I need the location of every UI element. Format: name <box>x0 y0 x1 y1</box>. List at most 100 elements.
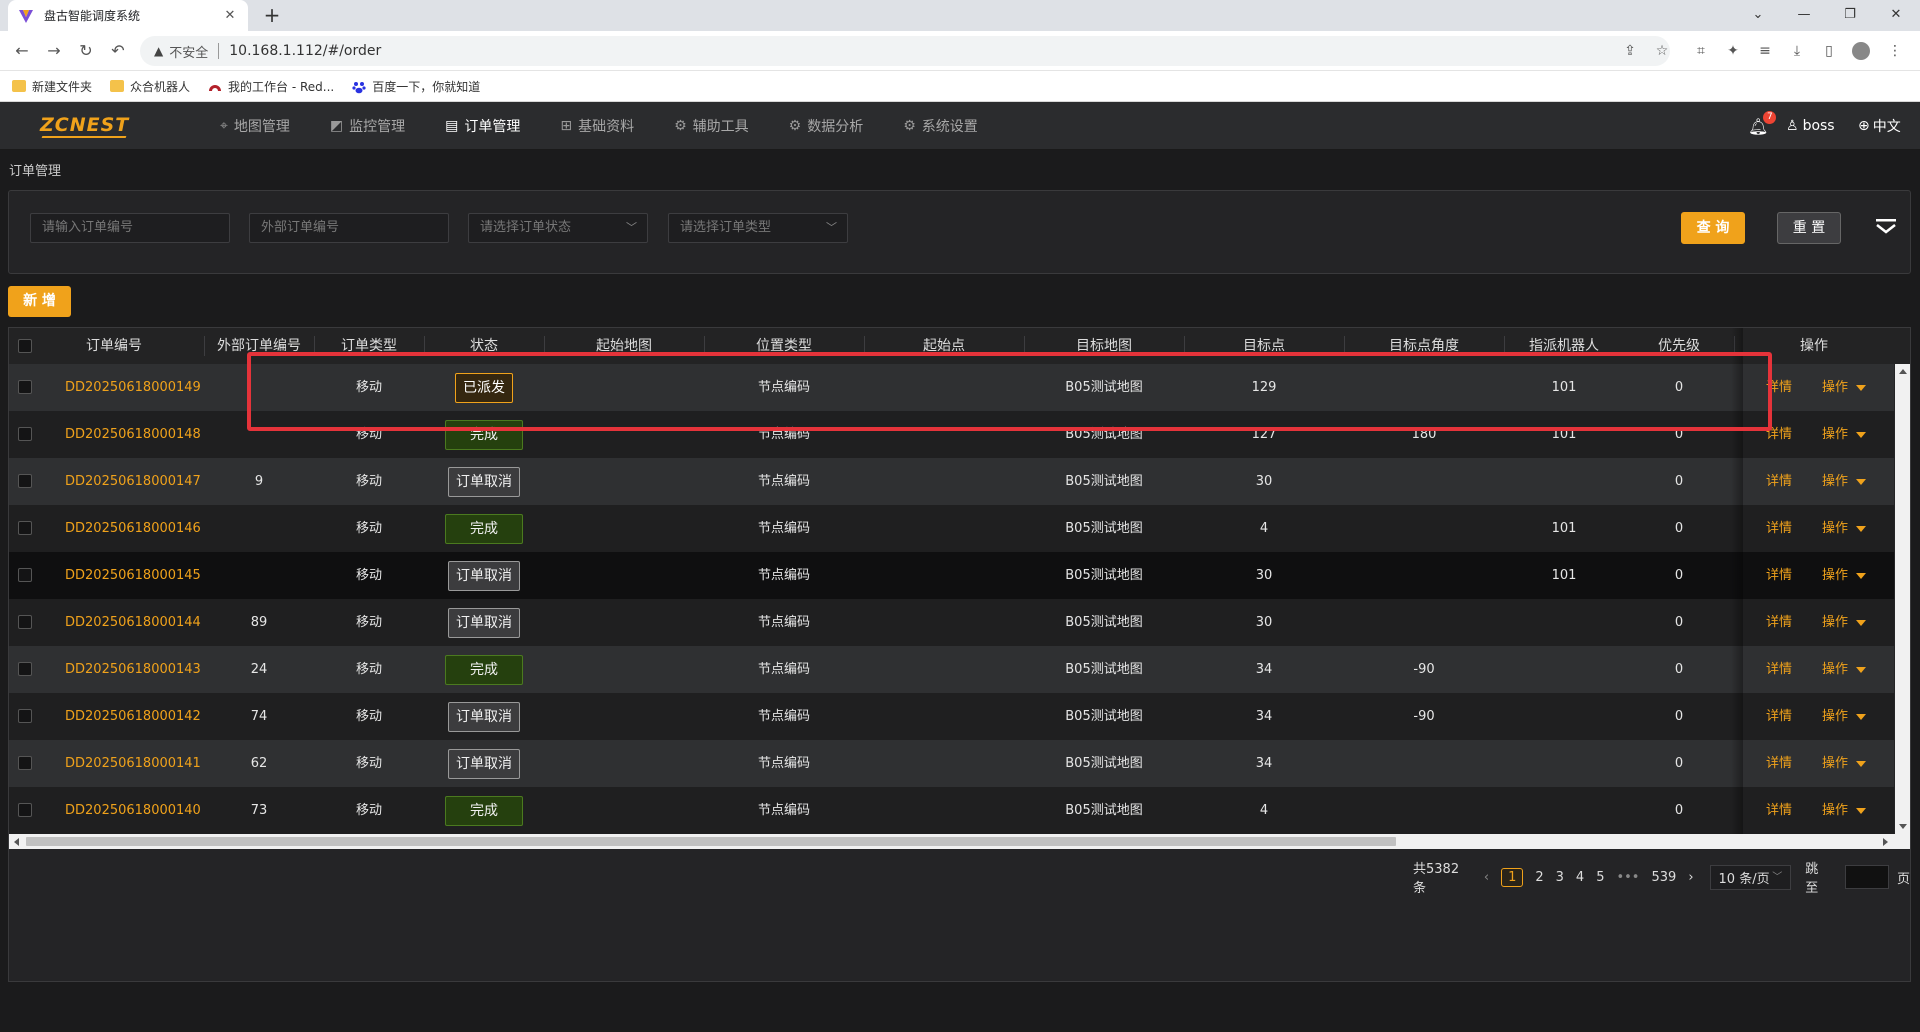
action-dropdown[interactable]: 操作 <box>1809 599 1879 646</box>
action-dropdown[interactable]: 操作 <box>1809 646 1879 693</box>
scroll-thumb[interactable] <box>26 837 1396 846</box>
bookmark-item[interactable]: 我的工作台 - Red... <box>208 78 334 95</box>
new-tab-button[interactable]: + <box>260 4 284 28</box>
more-pages[interactable]: ••• <box>1616 870 1639 885</box>
detail-link[interactable]: 详情 <box>1749 646 1809 693</box>
table-row[interactable]: DD20250618000142 74 移动 订单取消 节点编码 B05测试地图 34 -90… <box>9 693 1894 740</box>
page-2[interactable]: 2 <box>1535 870 1543 885</box>
reset-button[interactable]: 重 置 <box>1777 212 1841 244</box>
crop-icon[interactable]: ⌗ <box>1688 39 1714 63</box>
detail-link[interactable]: 详情 <box>1749 505 1809 552</box>
table-row[interactable]: DD20250618000148 移动 完成 节点编码 B05测试地图 127 180 101… <box>9 411 1894 458</box>
order-no-cell[interactable]: DD20250618000141 <box>65 740 205 787</box>
action-dropdown[interactable]: 操作 <box>1809 740 1879 787</box>
profile-icon[interactable] <box>1848 39 1874 63</box>
vertical-scrollbar[interactable] <box>1895 364 1910 834</box>
share-icon[interactable]: ⇪ <box>1618 39 1642 63</box>
nav-item-basic-data[interactable]: ⊞ 基础资料 <box>560 102 634 150</box>
table-row[interactable]: DD20250618000146 移动 完成 节点编码 B05测试地图 4 101 0 详情 操作 <box>9 505 1894 552</box>
add-order-button[interactable]: 新 增 <box>8 286 71 317</box>
row-checkbox[interactable] <box>18 568 32 582</box>
order-type-select[interactable]: 请选择订单类型 ﹀ <box>668 213 848 243</box>
next-page-icon[interactable]: › <box>1688 870 1693 885</box>
action-dropdown[interactable]: 操作 <box>1809 458 1879 505</box>
action-dropdown[interactable]: 操作 <box>1809 552 1879 599</box>
extensions-icon[interactable]: ✦ <box>1720 39 1746 63</box>
nav-item-orders[interactable]: ▤ 订单管理 <box>445 102 520 150</box>
media-icon[interactable]: ≡ <box>1752 39 1778 63</box>
nav-item-monitor[interactable]: ◩ 监控管理 <box>330 102 405 150</box>
row-checkbox[interactable] <box>18 803 32 817</box>
order-no-cell[interactable]: DD20250618000143 <box>65 646 205 693</box>
table-row[interactable]: DD20250618000140 73 移动 完成 节点编码 B05测试地图 4 0 详情 操作 <box>9 787 1894 834</box>
detail-link[interactable]: 详情 <box>1749 458 1809 505</box>
restore-icon[interactable]: ❐ <box>1828 3 1872 27</box>
page-4[interactable]: 4 <box>1576 870 1584 885</box>
nav-item-map[interactable]: ⌖ 地图管理 <box>220 102 290 150</box>
order-no-cell[interactable]: DD20250618000148 <box>65 411 205 458</box>
prev-page-icon[interactable]: ‹ <box>1484 870 1489 885</box>
row-checkbox[interactable] <box>18 521 32 535</box>
forward-icon[interactable]: → <box>42 39 66 63</box>
order-no-cell[interactable]: DD20250618000144 <box>65 599 205 646</box>
table-row[interactable]: DD20250618000144 89 移动 订单取消 节点编码 B05测试地图 30 0 详情… <box>9 599 1894 646</box>
detail-link[interactable]: 详情 <box>1749 599 1809 646</box>
bookmark-item[interactable]: 新建文件夹 <box>12 78 92 95</box>
horizontal-scrollbar[interactable] <box>9 834 1910 849</box>
user-menu[interactable]: ♙ boss <box>1786 102 1835 150</box>
language-switch[interactable]: ⊕ 中文 <box>1858 102 1901 150</box>
page-5[interactable]: 5 <box>1596 870 1604 885</box>
order-no-cell[interactable]: DD20250618000142 <box>65 693 205 740</box>
select-all-checkbox[interactable] <box>18 339 32 353</box>
order-no-cell[interactable]: DD20250618000147 <box>65 458 205 505</box>
detail-link[interactable]: 详情 <box>1749 364 1809 411</box>
logo[interactable]: ZCNEST <box>40 114 130 140</box>
back-icon[interactable]: ← <box>10 39 34 63</box>
row-checkbox[interactable] <box>18 380 32 394</box>
action-dropdown[interactable]: 操作 <box>1809 411 1879 458</box>
table-row[interactable]: DD20250618000145 移动 订单取消 节点编码 B05测试地图 30 101 0 详… <box>9 552 1894 599</box>
tab-close-icon[interactable]: ✕ <box>222 8 238 23</box>
detail-link[interactable]: 详情 <box>1749 411 1809 458</box>
address-bar[interactable]: ▲ 不安全 10.168.1.112/#/order <box>140 36 1670 66</box>
order-no-cell[interactable]: DD20250618000146 <box>65 505 205 552</box>
sidebar-icon[interactable]: ▯ <box>1816 39 1842 63</box>
jump-page-input[interactable] <box>1845 865 1889 889</box>
minimize-icon[interactable]: — <box>1782 3 1826 27</box>
external-order-no-input[interactable]: 外部订单编号 <box>249 213 449 243</box>
page-last[interactable]: 539 <box>1651 870 1676 885</box>
order-no-input[interactable]: 请输入订单编号 <box>30 213 230 243</box>
download-icon[interactable]: ⤓ <box>1784 39 1810 63</box>
action-dropdown[interactable]: 操作 <box>1809 505 1879 552</box>
table-row[interactable]: DD20250618000147 9 移动 订单取消 节点编码 B05测试地图 30 0 详情操… <box>9 458 1894 505</box>
row-checkbox[interactable] <box>18 615 32 629</box>
collapse-filter-icon[interactable] <box>1875 217 1897 237</box>
url-text[interactable]: 10.168.1.112/#/order <box>229 43 381 59</box>
detail-link[interactable]: 详情 <box>1749 787 1809 834</box>
scroll-left-icon[interactable] <box>14 838 19 846</box>
row-checkbox[interactable] <box>18 756 32 770</box>
order-status-select[interactable]: 请选择订单状态 ﹀ <box>468 213 648 243</box>
browser-tab[interactable]: 盘古智能调度系统 ✕ <box>8 0 248 31</box>
query-button[interactable]: 查 询 <box>1681 212 1745 244</box>
action-dropdown[interactable]: 操作 <box>1809 364 1879 411</box>
undo-icon[interactable]: ↶ <box>106 39 130 63</box>
nav-item-settings[interactable]: ⚙ 系统设置 <box>903 102 978 150</box>
detail-link[interactable]: 详情 <box>1749 740 1809 787</box>
page-3[interactable]: 3 <box>1556 870 1564 885</box>
table-row[interactable]: DD20250618000143 24 移动 完成 节点编码 B05测试地图 34 -90 0 详… <box>9 646 1894 693</box>
row-checkbox[interactable] <box>18 662 32 676</box>
scroll-right-icon[interactable] <box>1883 838 1888 846</box>
menu-icon[interactable]: ⋮ <box>1882 39 1908 63</box>
nav-item-analytics[interactable]: ⚙ 数据分析 <box>789 102 864 150</box>
tab-search-icon[interactable]: ⌄ <box>1736 3 1780 27</box>
table-row[interactable]: DD20250618000141 62 移动 订单取消 节点编码 B05测试地图 34 0 详情… <box>9 740 1894 787</box>
nav-item-tools[interactable]: ⚙ 辅助工具 <box>674 102 749 150</box>
bookmark-item[interactable]: 众合机器人 <box>110 78 190 95</box>
order-no-cell[interactable]: DD20250618000140 <box>65 787 205 834</box>
close-window-icon[interactable]: ✕ <box>1874 3 1918 27</box>
star-icon[interactable]: ☆ <box>1650 39 1674 63</box>
bookmark-item[interactable]: 百度一下，你就知道 <box>352 78 480 95</box>
notification-button[interactable]: 🔔︎ 7 <box>1748 102 1777 150</box>
order-no-cell[interactable]: DD20250618000149 <box>65 364 205 411</box>
